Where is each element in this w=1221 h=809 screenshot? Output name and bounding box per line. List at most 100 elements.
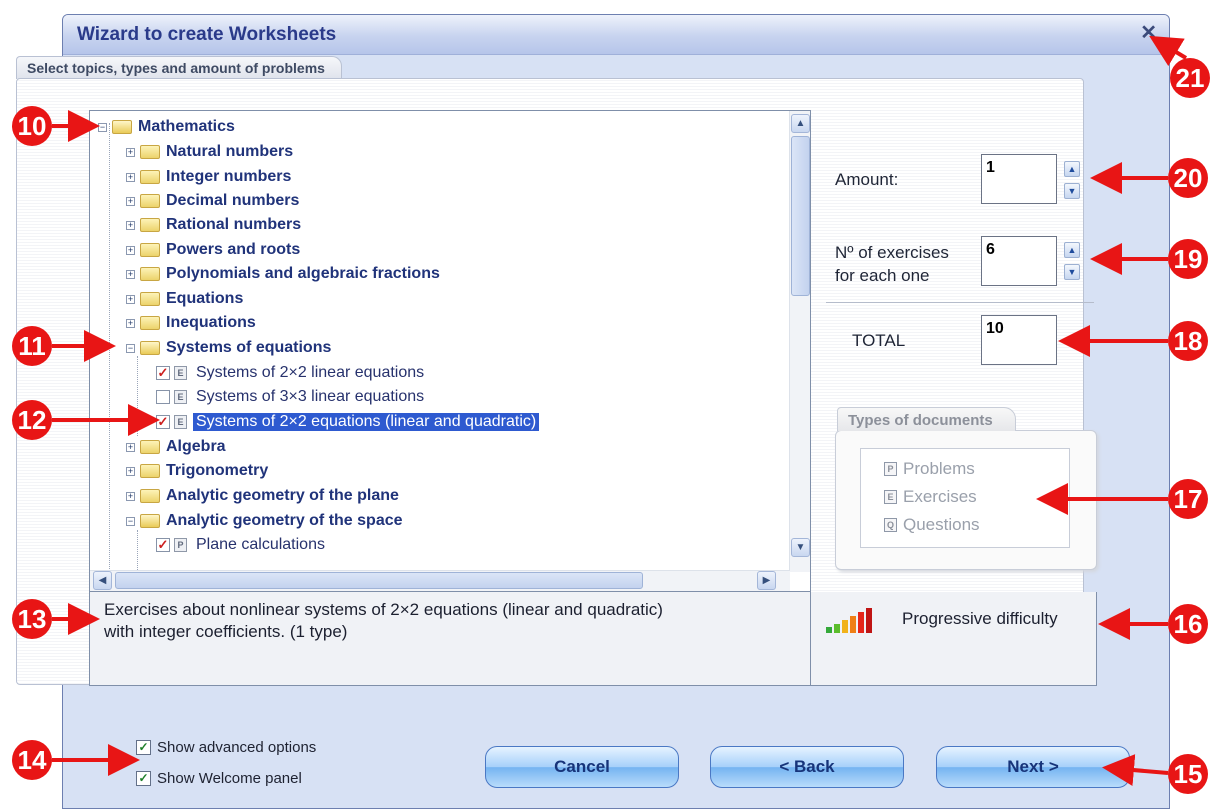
type-p-icon: P: [884, 462, 897, 476]
tree-leaf[interactable]: E Systems of 3×3 linear equations: [156, 387, 427, 407]
tree-leaf[interactable]: ✓ P Plane calculations: [156, 535, 328, 555]
folder-open-icon: [112, 120, 132, 134]
expand-icon[interactable]: +: [126, 196, 135, 206]
tree-leaf-label: Plane calculations: [196, 536, 325, 553]
tree-node-category[interactable]: + Decimal numbers: [126, 191, 299, 211]
tree-node-category[interactable]: + Polynomials and algebraic fractions: [126, 264, 440, 284]
scroll-right-icon[interactable]: ▶: [757, 571, 776, 590]
close-icon[interactable]: ✕: [1140, 20, 1157, 45]
total-value: 10: [981, 315, 1057, 365]
tree-node-label: Analytic geometry of the space: [166, 512, 403, 529]
tree-node-category[interactable]: + Algebra: [126, 437, 226, 457]
leaf-checkbox[interactable]: [156, 390, 170, 404]
tree-node-category[interactable]: + Powers and roots: [126, 240, 300, 260]
tree-node-category[interactable]: + Rational numbers: [126, 215, 301, 235]
callout-badge: 19: [1168, 239, 1208, 279]
leaf-checkbox[interactable]: ✓: [156, 415, 170, 429]
exercises-input[interactable]: 6: [981, 236, 1057, 286]
scroll-thumb[interactable]: [791, 136, 810, 296]
expand-icon[interactable]: +: [126, 220, 135, 230]
tree-node-category-expanded[interactable]: − Systems of equations: [126, 338, 331, 358]
callout-badge: 21: [1170, 58, 1210, 98]
show-advanced-options-checkbox[interactable]: ✓ Show advanced options: [136, 739, 316, 756]
collapse-icon[interactable]: −: [126, 343, 135, 353]
type-e-icon: E: [174, 415, 187, 429]
callout-badge: 14: [12, 740, 52, 780]
tree-node-label: Equations: [166, 290, 244, 307]
back-button[interactable]: < Back: [710, 746, 904, 788]
tree-leaf-selected[interactable]: ✓ E Systems of 2×2 equations (linear and q…: [156, 412, 540, 432]
expand-icon[interactable]: +: [126, 318, 135, 328]
spin-up-icon[interactable]: ▲: [1064, 161, 1080, 177]
leaf-checkbox[interactable]: ✓: [156, 538, 170, 552]
document-type-label: Exercises: [903, 487, 977, 506]
difficulty-label: Progressive difficulty: [902, 609, 1058, 628]
description-line: Exercises about nonlinear systems of 2×2…: [104, 600, 663, 619]
tree-node-category[interactable]: + Analytic geometry of the plane: [126, 486, 399, 506]
description-line: with integer coefficients. (1 type): [104, 622, 348, 641]
collapse-icon[interactable]: −: [126, 516, 135, 526]
show-welcome-panel-checkbox[interactable]: ✓ Show Welcome panel: [136, 770, 302, 787]
spin-down-icon[interactable]: ▼: [1064, 183, 1080, 199]
tree-node-label: Rational numbers: [166, 216, 302, 233]
leaf-checkbox[interactable]: ✓: [156, 366, 170, 380]
topic-tree[interactable]: − Mathematics + Natural numbers + Integer …: [89, 110, 811, 592]
spin-down-icon[interactable]: ▼: [1064, 264, 1080, 280]
expand-icon[interactable]: +: [126, 294, 135, 304]
expand-icon[interactable]: +: [126, 442, 135, 452]
callout-badge: 20: [1168, 158, 1208, 198]
tree-node-label: Decimal numbers: [166, 192, 300, 209]
type-q-icon: Q: [884, 518, 897, 532]
amount-label: Amount:: [835, 170, 899, 189]
folder-icon: [140, 145, 160, 159]
spin-up-icon[interactable]: ▲: [1064, 242, 1080, 258]
tab-select-topics[interactable]: Select topics, types and amount of probl…: [16, 56, 342, 79]
document-type-label: Questions: [903, 515, 980, 534]
tree-leaf-label: Systems of 2×2 equations (linear and qua…: [193, 413, 540, 431]
horizontal-scrollbar[interactable]: ◀ ▶: [90, 570, 790, 591]
tree-leaf[interactable]: ✓ E Systems of 2×2 linear equations: [156, 363, 427, 383]
expand-icon[interactable]: +: [126, 491, 135, 501]
tree-node-label: Powers and roots: [166, 241, 301, 258]
folder-open-icon: [140, 514, 160, 528]
expand-icon[interactable]: +: [126, 147, 135, 157]
tree-node-category[interactable]: + Inequations: [126, 313, 256, 333]
tree-node-root[interactable]: − Mathematics: [98, 117, 235, 137]
document-type-item: P Problems: [884, 458, 975, 480]
cancel-button[interactable]: Cancel: [485, 746, 679, 788]
tree-node-category[interactable]: + Trigonometry: [126, 461, 268, 481]
tree-node-label: Trigonometry: [166, 462, 269, 479]
scroll-left-icon[interactable]: ◀: [93, 571, 112, 590]
topic-description: Exercises about nonlinear systems of 2×2…: [89, 592, 811, 686]
next-button[interactable]: Next >: [936, 746, 1130, 788]
collapse-icon[interactable]: −: [98, 122, 107, 132]
document-type-item: Q Questions: [884, 514, 980, 536]
tree-node-category[interactable]: + Equations: [126, 289, 243, 309]
vertical-scrollbar[interactable]: ▲ ▼: [789, 111, 810, 572]
scroll-thumb[interactable]: [115, 572, 643, 589]
tree-node-category[interactable]: + Natural numbers: [126, 142, 293, 162]
amount-input[interactable]: 1: [981, 154, 1057, 204]
checkbox-checked-icon[interactable]: ✓: [136, 771, 151, 786]
folder-icon: [140, 440, 160, 454]
type-p-icon: P: [174, 538, 187, 552]
checkbox-checked-icon[interactable]: ✓: [136, 740, 151, 755]
callout-badge: 15: [1168, 754, 1208, 794]
type-e-icon: E: [884, 490, 897, 504]
expand-icon[interactable]: +: [126, 269, 135, 279]
tree-node-category-expanded[interactable]: − Analytic geometry of the space: [126, 511, 403, 531]
tree-node-label: Mathematics: [138, 118, 235, 135]
tree-node-category[interactable]: + Integer numbers: [126, 167, 291, 187]
folder-icon: [140, 489, 160, 503]
scroll-down-icon[interactable]: ▼: [791, 538, 810, 557]
scroll-up-icon[interactable]: ▲: [791, 114, 810, 133]
exercises-label: Nº of exercises: [835, 243, 949, 262]
expand-icon[interactable]: +: [126, 245, 135, 255]
checkbox-label: Show Welcome panel: [157, 770, 302, 787]
window-title: Wizard to create Worksheets: [77, 24, 337, 45]
tree-node-label: Inequations: [166, 314, 256, 331]
expand-icon[interactable]: +: [126, 172, 135, 182]
expand-icon[interactable]: +: [126, 466, 135, 476]
tree-node-label: Natural numbers: [166, 143, 294, 160]
tree-node-label: Analytic geometry of the plane: [166, 487, 399, 504]
